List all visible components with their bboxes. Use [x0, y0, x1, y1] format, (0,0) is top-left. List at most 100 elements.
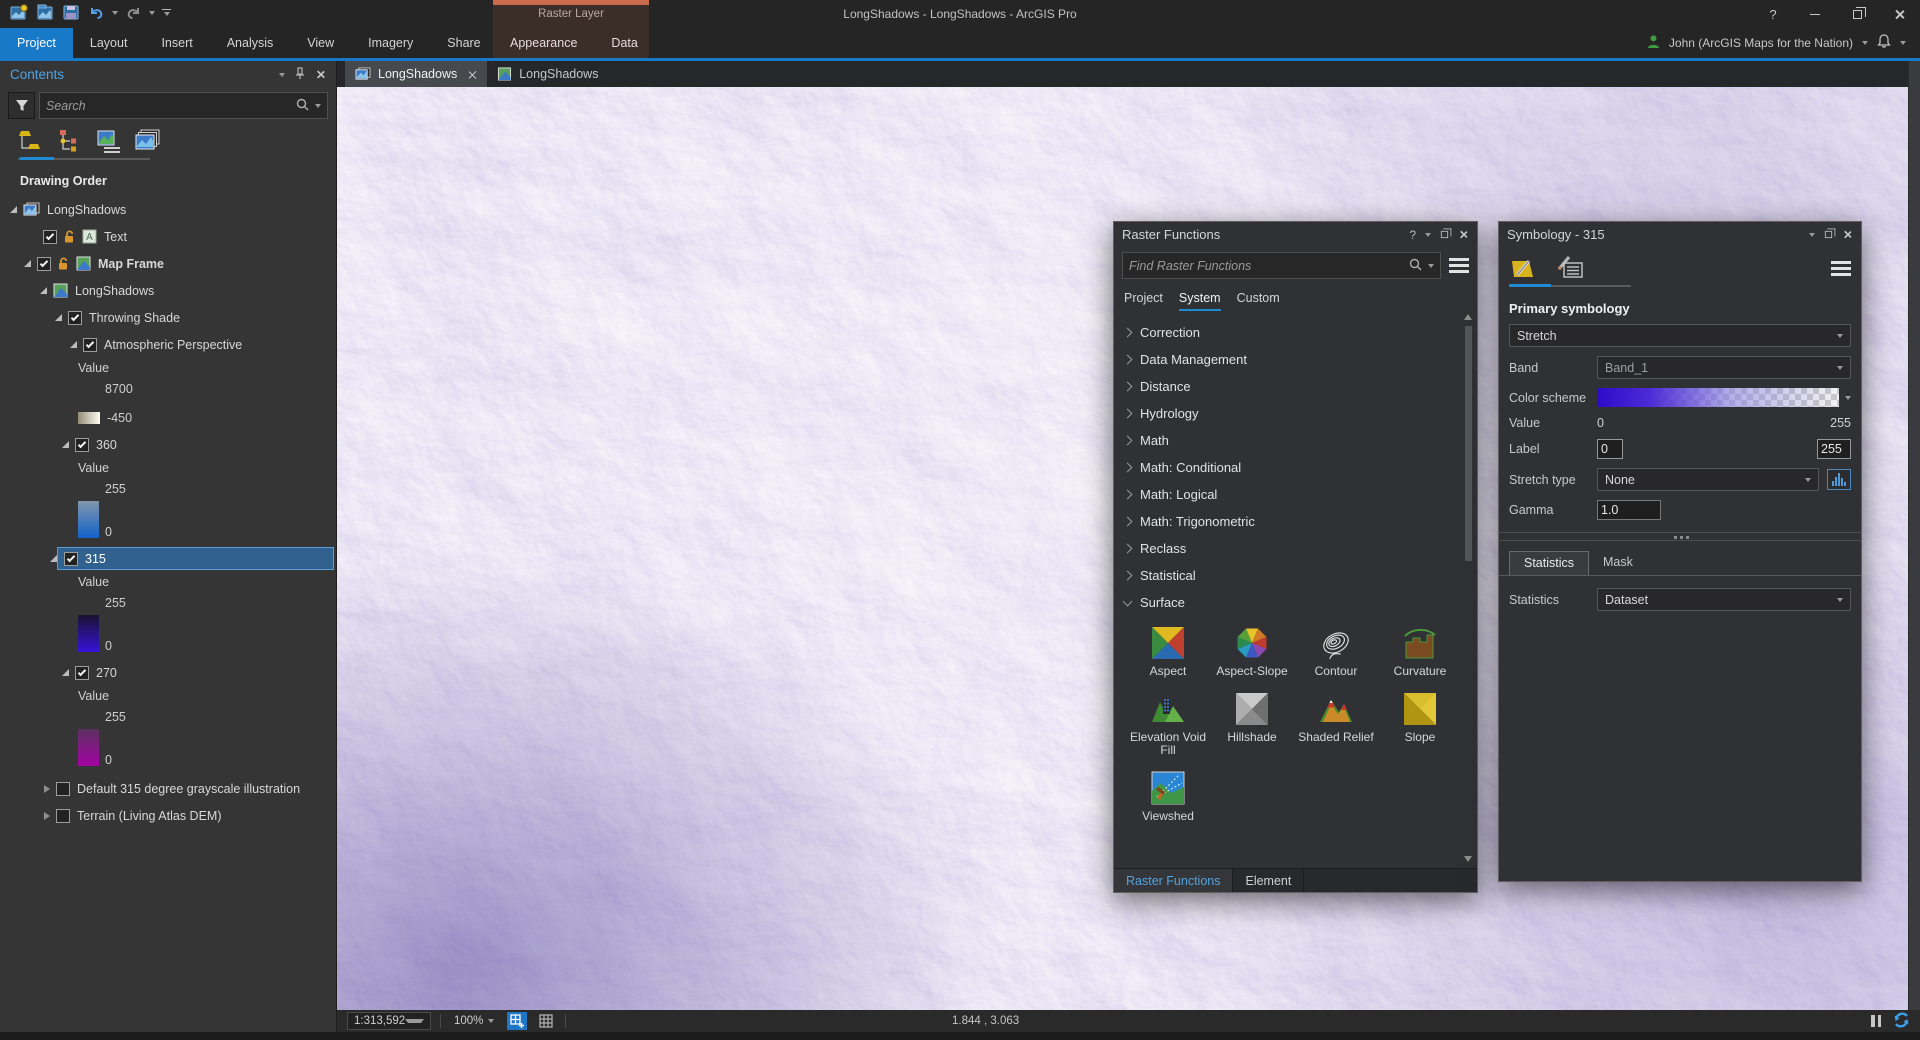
tree-item-270[interactable]: 270 [0, 659, 336, 686]
category-hydrology[interactable]: Hydrology [1114, 400, 1477, 427]
list-by-selection-icon[interactable] [94, 127, 124, 155]
layer-315-color-ramp[interactable] [78, 615, 99, 652]
function-hillshade[interactable]: Hillshade [1210, 692, 1294, 757]
minimize-icon[interactable] [1794, 0, 1836, 28]
category-reclass[interactable]: Reclass [1114, 535, 1477, 562]
layer-360-color-ramp[interactable] [78, 501, 99, 538]
close-panel-icon[interactable] [1459, 230, 1468, 239]
label-min-input[interactable] [1597, 439, 1623, 459]
tab-imagery[interactable]: Imagery [351, 28, 430, 58]
view-tab-layout-longshadows[interactable]: LongShadows [345, 61, 488, 87]
function-viewshed[interactable]: Viewshed [1126, 771, 1210, 823]
tab-layout[interactable]: Layout [73, 28, 145, 58]
expander-icon[interactable] [62, 441, 69, 448]
undo-dropdown-icon[interactable] [112, 10, 118, 15]
scroll-down-icon[interactable] [1464, 856, 1472, 862]
expander-icon[interactable] [40, 287, 47, 294]
primary-symbology-tool-icon[interactable] [1509, 255, 1539, 281]
map-right-scrollbar[interactable] [1908, 61, 1920, 1010]
checkbox-unchecked[interactable] [56, 781, 70, 796]
bottom-tab-element[interactable]: Element [1233, 869, 1305, 892]
tree-item-map[interactable]: LongShadows [0, 277, 336, 304]
tab-analysis[interactable]: Analysis [210, 28, 291, 58]
category-math-conditional[interactable]: Math: Conditional [1114, 454, 1477, 481]
band-dropdown[interactable]: Band_1 [1597, 356, 1851, 379]
expander-icon[interactable] [50, 555, 57, 562]
save-project-icon[interactable] [62, 4, 81, 21]
search-icon[interactable] [296, 98, 309, 114]
category-statistical[interactable]: Statistical [1114, 562, 1477, 589]
refresh-icon[interactable] [1893, 1011, 1910, 1031]
float-panel-icon[interactable] [1440, 228, 1452, 239]
function-aspect-slope[interactable]: Aspect-Slope [1210, 626, 1294, 678]
open-project-icon[interactable] [36, 4, 55, 21]
search-icon[interactable] [1409, 258, 1422, 274]
close-tab-icon[interactable] [468, 70, 477, 79]
expander-icon[interactable] [24, 260, 31, 267]
snap-grid-icon[interactable] [536, 1012, 556, 1030]
filter-funnel-icon[interactable] [8, 92, 35, 119]
expander-icon[interactable] [55, 314, 62, 321]
category-distance[interactable]: Distance [1114, 373, 1477, 400]
tab-view[interactable]: View [290, 28, 351, 58]
tree-item-layout[interactable]: LongShadows [0, 196, 336, 223]
function-aspect[interactable]: Aspect [1126, 626, 1210, 678]
checkbox[interactable] [68, 310, 82, 325]
ribbon-collapse-chevron-icon[interactable] [1900, 41, 1906, 45]
selected-layer-row[interactable]: 315 [57, 547, 334, 570]
label-max-input[interactable] [1817, 439, 1851, 459]
category-math-trigonometric[interactable]: Math: Trigonometric [1114, 508, 1477, 535]
vary-symbology-tool-icon[interactable] [1555, 255, 1585, 281]
tree-item-text[interactable]: A Text [0, 223, 336, 250]
float-panel-icon[interactable] [1824, 228, 1836, 239]
help-icon[interactable]: ? [1752, 0, 1794, 28]
chevron-down-icon[interactable] [1845, 395, 1851, 400]
user-menu-chevron-icon[interactable] [1862, 41, 1868, 45]
category-math[interactable]: Math [1114, 427, 1477, 454]
zoom-level-dropdown[interactable]: 100% [450, 1015, 498, 1027]
redo-icon[interactable] [125, 5, 142, 20]
signed-in-user[interactable]: John (ArcGIS Maps for the Nation) [1669, 36, 1853, 50]
tree-item-default-315[interactable]: Default 315 degree grayscale illustratio… [0, 775, 336, 802]
restore-icon[interactable] [1836, 0, 1878, 28]
view-tab-map-longshadows[interactable]: LongShadows [487, 61, 608, 87]
category-math-logical[interactable]: Math: Logical [1114, 481, 1477, 508]
list-by-drawing-order-icon[interactable] [16, 127, 46, 155]
panel-options-hamburger-icon[interactable] [1449, 258, 1469, 273]
contents-search-input[interactable] [46, 98, 296, 113]
search-options-chevron-icon[interactable] [315, 103, 321, 108]
scroll-up-icon[interactable] [1464, 314, 1472, 320]
tab-insert[interactable]: Insert [144, 28, 209, 58]
checkbox[interactable] [75, 437, 89, 452]
help-icon[interactable]: ? [1409, 228, 1416, 242]
tab-appearance[interactable]: Appearance [493, 28, 594, 58]
customize-qat-icon[interactable] [162, 8, 171, 17]
tree-item-360[interactable]: 360 [0, 431, 336, 458]
checkbox[interactable] [64, 551, 78, 566]
map-scale-dropdown[interactable]: 1:313,592 [347, 1012, 431, 1030]
lock-icon[interactable] [63, 230, 76, 244]
tree-item-throwing-shade[interactable]: Throwing Shade [0, 304, 336, 331]
tab-project[interactable]: Project [0, 28, 73, 58]
layout-grid-toggle-icon[interactable] [507, 1012, 528, 1030]
pause-drawing-icon[interactable] [1871, 1015, 1881, 1027]
panel-options-hamburger-icon[interactable] [1831, 260, 1851, 276]
expander-collapsed-icon[interactable] [44, 784, 50, 793]
expander-collapsed-icon[interactable] [44, 811, 50, 820]
scrollbar-thumb[interactable] [1465, 326, 1472, 561]
find-raster-functions-input[interactable] [1129, 258, 1409, 273]
checkbox[interactable] [83, 337, 97, 352]
checkbox-unchecked[interactable] [56, 808, 70, 823]
checkbox[interactable] [75, 665, 89, 680]
function-slope[interactable]: Slope [1378, 692, 1462, 757]
atmospheric-color-swatch[interactable] [78, 412, 100, 424]
gamma-input[interactable] [1597, 500, 1661, 520]
close-icon[interactable] [1878, 0, 1920, 28]
tree-item-terrain[interactable]: Terrain (Living Atlas DEM) [0, 802, 336, 829]
tree-item-atmospheric-perspective[interactable]: Atmospheric Perspective [0, 331, 336, 358]
panel-menu-chevron-icon[interactable] [279, 72, 285, 77]
redo-dropdown-icon[interactable] [149, 10, 155, 15]
checkbox[interactable] [37, 256, 51, 271]
function-shaded-relief[interactable]: Shaded Relief [1294, 692, 1378, 757]
close-panel-icon[interactable] [316, 70, 325, 79]
